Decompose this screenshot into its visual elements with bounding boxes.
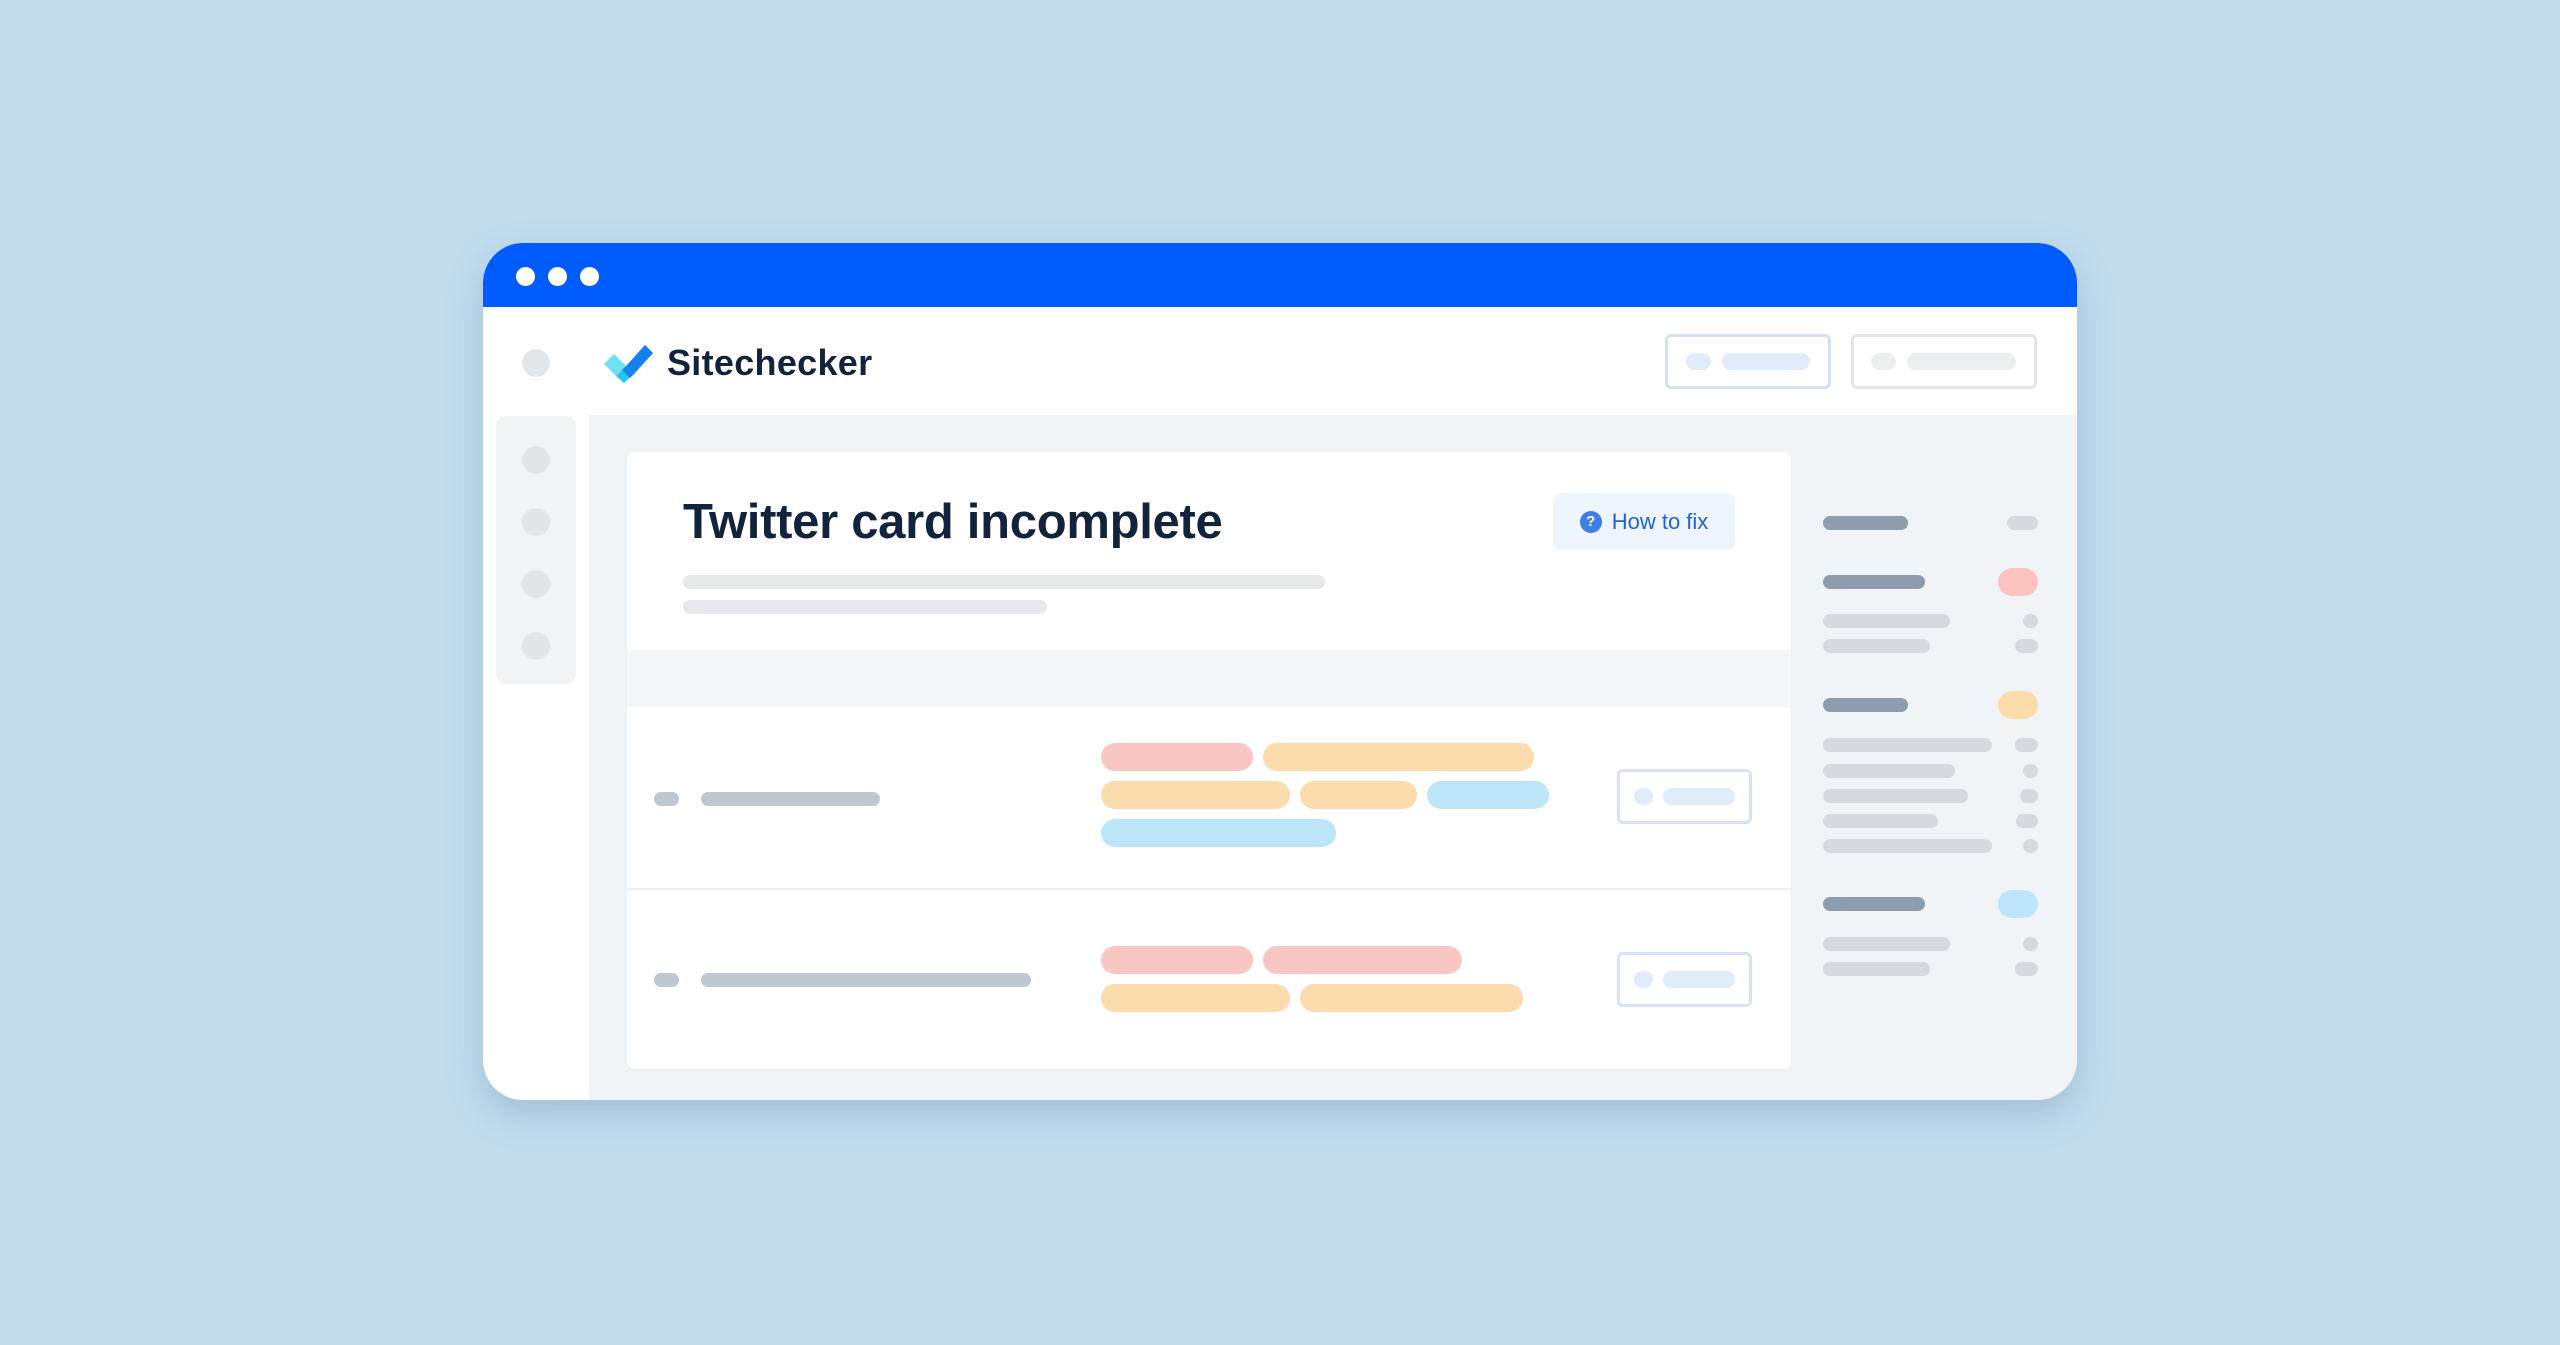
description-line-1 [683, 575, 1325, 589]
tag-orange [1101, 781, 1290, 809]
issue-card: Twitter card incomplete ? How to fix [627, 452, 1791, 1069]
how-to-fix-button[interactable]: ? How to fix [1553, 493, 1735, 550]
right-summary-panel [1806, 415, 2077, 1100]
menu-toggle[interactable] [522, 349, 550, 377]
sub-item-count [2020, 789, 2038, 803]
sidebar-item-2[interactable] [522, 508, 550, 536]
brand-name: Sitechecker [667, 342, 873, 383]
left-sidebar [496, 416, 576, 684]
table-row[interactable] [627, 890, 1791, 1069]
sub-item-placeholder [1823, 764, 1955, 778]
row-status-placeholder [654, 973, 679, 987]
how-to-fix-label: How to fix [1611, 508, 1709, 534]
group-title-placeholder [1823, 575, 1925, 589]
group-count-placeholder [2007, 516, 2038, 530]
sub-item-placeholder [1823, 962, 1930, 976]
button-label-placeholder [1663, 971, 1735, 988]
button-label-placeholder [1907, 353, 2016, 370]
main-content-area: Twitter card incomplete ? How to fix [589, 415, 2077, 1100]
sub-item-count [2023, 764, 2038, 778]
sidebar-item-4[interactable] [522, 632, 550, 660]
sub-item-count [2015, 738, 2038, 752]
status-badge-blue [1998, 890, 2038, 918]
button-icon-placeholder [1634, 971, 1653, 988]
sub-item-count [2016, 814, 2038, 828]
sidebar-item-3[interactable] [522, 570, 550, 598]
summary-group-blue[interactable] [1806, 887, 2077, 987]
tag-orange [1101, 984, 1290, 1012]
status-badge-orange [1998, 691, 2038, 719]
sub-item-placeholder [1823, 789, 1968, 803]
button-label-placeholder [1663, 788, 1735, 805]
sub-item-placeholder [1823, 738, 1992, 752]
row-status-placeholder [654, 792, 679, 806]
window-minimize-dot[interactable] [548, 267, 567, 286]
button-label-placeholder [1722, 353, 1810, 370]
group-title-placeholder [1823, 516, 1908, 530]
sub-item-placeholder [1823, 814, 1938, 828]
tag-blue [1101, 819, 1336, 847]
button-icon-placeholder [1634, 788, 1653, 805]
sub-item-placeholder [1823, 839, 1992, 853]
button-icon-placeholder [1871, 353, 1896, 370]
window-close-dot[interactable] [516, 267, 535, 286]
row-action-button[interactable] [1617, 952, 1752, 1007]
sub-item-count [2023, 937, 2038, 951]
table-row[interactable] [627, 707, 1791, 887]
tag-orange [1263, 743, 1534, 771]
sub-item-count [2015, 962, 2038, 976]
window-titlebar [483, 243, 2077, 307]
sub-item-placeholder [1823, 937, 1950, 951]
question-circle-icon: ? [1579, 510, 1602, 533]
row-url-placeholder [701, 792, 880, 806]
checkmark-logo-icon [604, 341, 654, 383]
summary-group-orange[interactable] [1806, 688, 2077, 858]
sub-item-count [2015, 639, 2038, 653]
group-title-placeholder [1823, 698, 1908, 712]
group-title-placeholder [1823, 897, 1925, 911]
sub-item-count [2023, 839, 2038, 853]
sub-item-placeholder [1823, 639, 1930, 653]
browser-window: Sitechecker Twitter card incomplete ? Ho… [483, 243, 2077, 1100]
sub-item-placeholder [1823, 614, 1950, 628]
status-badge-red [1998, 568, 2038, 596]
description-line-2 [683, 600, 1047, 614]
issue-title: Twitter card incomplete [683, 495, 1223, 549]
summary-group-red[interactable] [1806, 565, 2077, 665]
tag-red [1101, 946, 1253, 974]
tag-blue [1427, 781, 1549, 809]
tag-red [1263, 946, 1462, 974]
header-secondary-button[interactable] [1851, 334, 2037, 389]
row-action-button[interactable] [1617, 769, 1752, 824]
button-icon-placeholder [1686, 353, 1711, 370]
tag-orange [1300, 984, 1523, 1012]
table-header [627, 650, 1791, 707]
tag-red [1101, 743, 1253, 771]
sub-item-count [2023, 614, 2038, 628]
sidebar-item-1[interactable] [522, 446, 550, 474]
row-url-placeholder [701, 973, 1031, 987]
header-primary-button[interactable] [1665, 334, 1831, 389]
tag-orange [1300, 781, 1417, 809]
window-maximize-dot[interactable] [580, 267, 599, 286]
app-header: Sitechecker [483, 307, 2077, 415]
